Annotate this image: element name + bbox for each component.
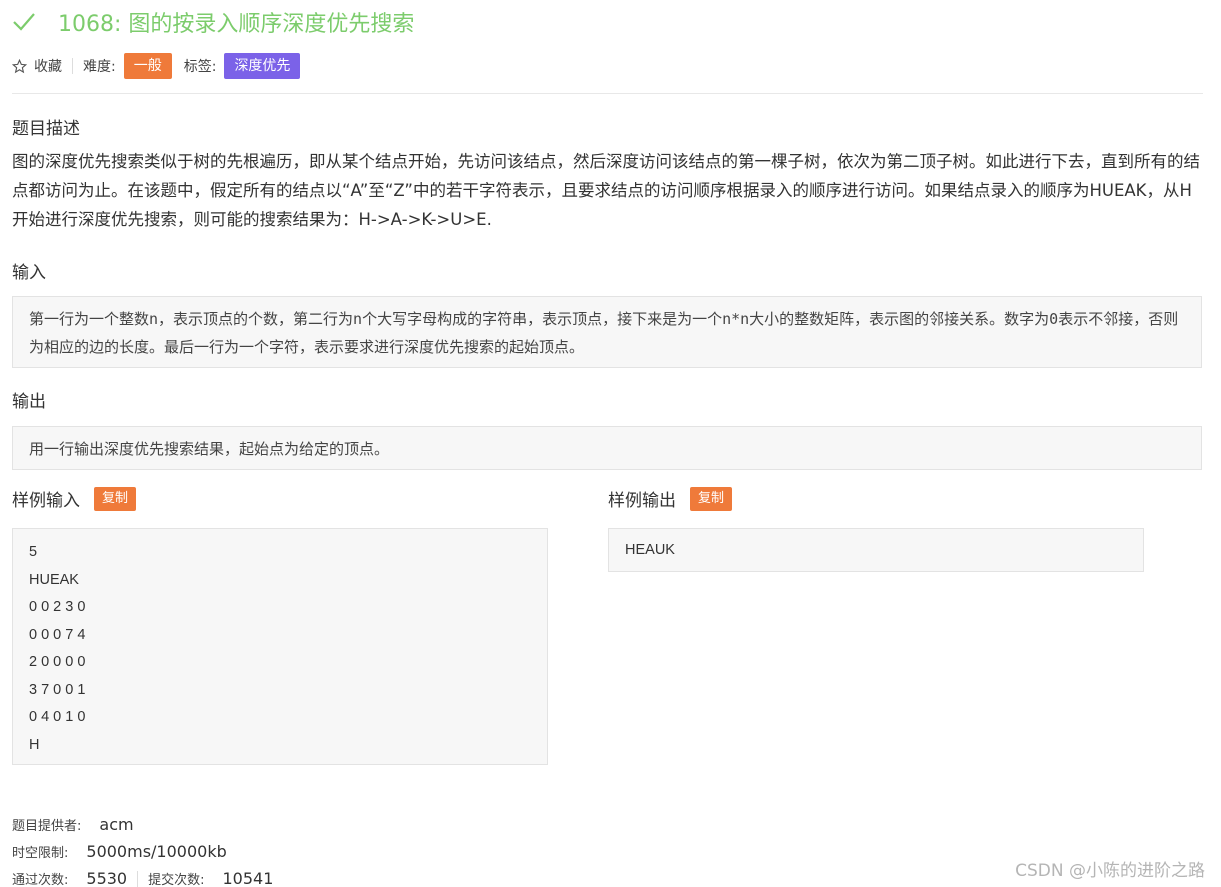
- description-heading: 题目描述: [12, 119, 80, 139]
- copy-output-button[interactable]: 复制: [690, 486, 733, 511]
- sample-input-header: 样例输入 复制: [12, 486, 137, 511]
- provider-label: 题目提供者:: [12, 819, 82, 834]
- sample-input-line: 0 4 0 1 0: [29, 709, 86, 725]
- divider: [72, 58, 73, 74]
- sample-input-line: HUEAK: [29, 571, 79, 588]
- sample-output-box: HEAUK: [608, 528, 1144, 572]
- stats-row: 通过次数: 5530 提交次数: 10541: [12, 869, 273, 887]
- divider: [12, 93, 1203, 94]
- provider-value: acm: [99, 815, 134, 834]
- title-row: 1068: 图的按录入顺序深度优先搜索: [12, 6, 414, 38]
- difficulty-label: 难度:: [83, 59, 116, 75]
- copy-input-button[interactable]: 复制: [94, 486, 137, 511]
- pass-label: 通过次数:: [12, 873, 69, 887]
- limit-row: 时空限制: 5000ms/10000kb: [12, 842, 227, 861]
- problem-page: 1068: 图的按录入顺序深度优先搜索 收藏 难度: 一般 标签: 深度优先 题…: [0, 0, 1221, 887]
- tag-badge[interactable]: 深度优先: [224, 53, 301, 79]
- favorite-button[interactable]: 收藏: [12, 56, 62, 76]
- input-heading: 输入: [12, 263, 46, 283]
- sample-output-line: HEAUK: [625, 542, 675, 558]
- check-icon: [13, 13, 35, 31]
- problem-title: 1068: 图的按录入顺序深度优先搜索: [58, 12, 415, 37]
- star-icon: [12, 58, 27, 73]
- output-text: 用一行输出深度优先搜索结果，起始点为给定的顶点。: [12, 426, 1202, 470]
- sample-input-line: 0 0 0 7 4: [29, 626, 86, 643]
- submit-label: 提交次数:: [148, 873, 205, 887]
- favorite-label: 收藏: [34, 59, 62, 75]
- input-text: 第一行为一个整数n，表示顶点的个数，第二行为n个大写字母构成的字符串，表示顶点，…: [12, 296, 1202, 368]
- sample-input-line: 0 0 2 3 0: [29, 599, 86, 615]
- limit-value: 5000ms/10000kb: [86, 842, 227, 861]
- divider: [137, 870, 139, 887]
- difficulty-badge: 一般: [123, 53, 172, 79]
- pass-value: 5530: [86, 869, 128, 887]
- sample-input-box: 5 HUEAK 0 0 2 3 0 0 0 0 7 4 2 0 0 0 0 3 …: [12, 528, 548, 765]
- sample-input-heading: 样例输入: [12, 491, 80, 511]
- sample-output-header: 样例输出 复制: [608, 486, 733, 511]
- submit-value: 10541: [222, 869, 274, 887]
- tags-label: 标签:: [183, 59, 217, 75]
- sample-output-heading: 样例输出: [608, 491, 676, 511]
- description-text: 图的深度优先搜索类似于树的先根遍历，即从某个结点开始，先访问该结点，然后深度访问…: [12, 152, 1200, 229]
- sample-input-line: H: [29, 736, 40, 753]
- output-heading: 输出: [12, 392, 46, 412]
- sample-input-line: 5: [29, 544, 38, 560]
- limit-label: 时空限制:: [12, 846, 69, 861]
- watermark: CSDN @小陈的进阶之路: [1015, 861, 1205, 881]
- provider-row: 题目提供者: acm: [12, 815, 134, 834]
- sample-input-line: 2 0 0 0 0: [29, 654, 86, 670]
- sample-input-line: 3 7 0 0 1: [29, 681, 86, 698]
- meta-row: 收藏 难度: 一般 标签: 深度优先: [12, 52, 301, 80]
